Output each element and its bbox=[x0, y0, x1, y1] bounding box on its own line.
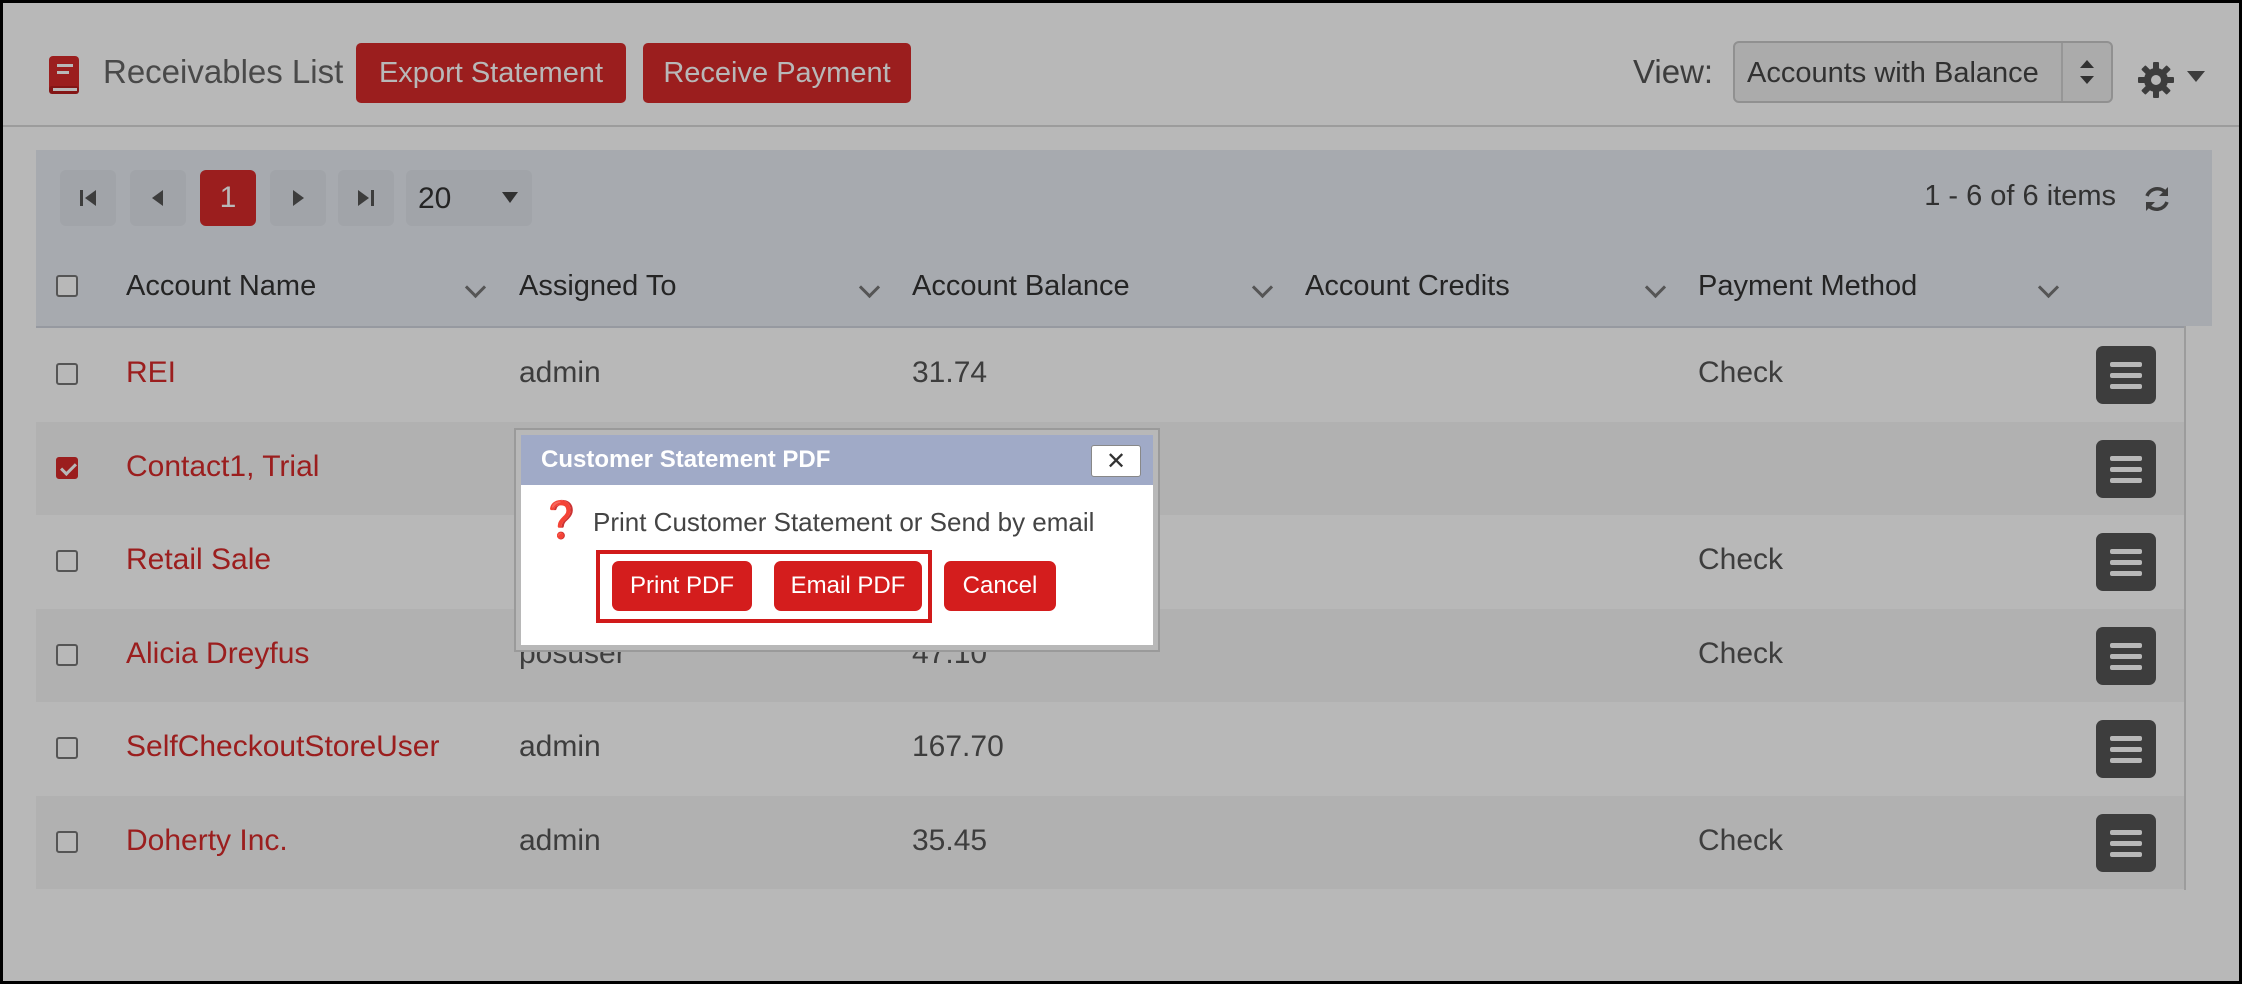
email-pdf-button[interactable]: Email PDF bbox=[774, 561, 922, 611]
dialog-message: Print Customer Statement or Send by emai… bbox=[593, 507, 1095, 537]
close-icon[interactable]: ✕ bbox=[1091, 445, 1141, 477]
question-icon: ❓ bbox=[539, 499, 584, 540]
dialog-titlebar: Customer Statement PDF ✕ bbox=[521, 435, 1153, 485]
dialog-title: Customer Statement PDF bbox=[541, 446, 831, 473]
customer-statement-dialog: Customer Statement PDF ✕ ❓ Print Custome… bbox=[516, 430, 1158, 650]
print-pdf-button[interactable]: Print PDF bbox=[612, 561, 752, 611]
cancel-button[interactable]: Cancel bbox=[944, 561, 1056, 611]
